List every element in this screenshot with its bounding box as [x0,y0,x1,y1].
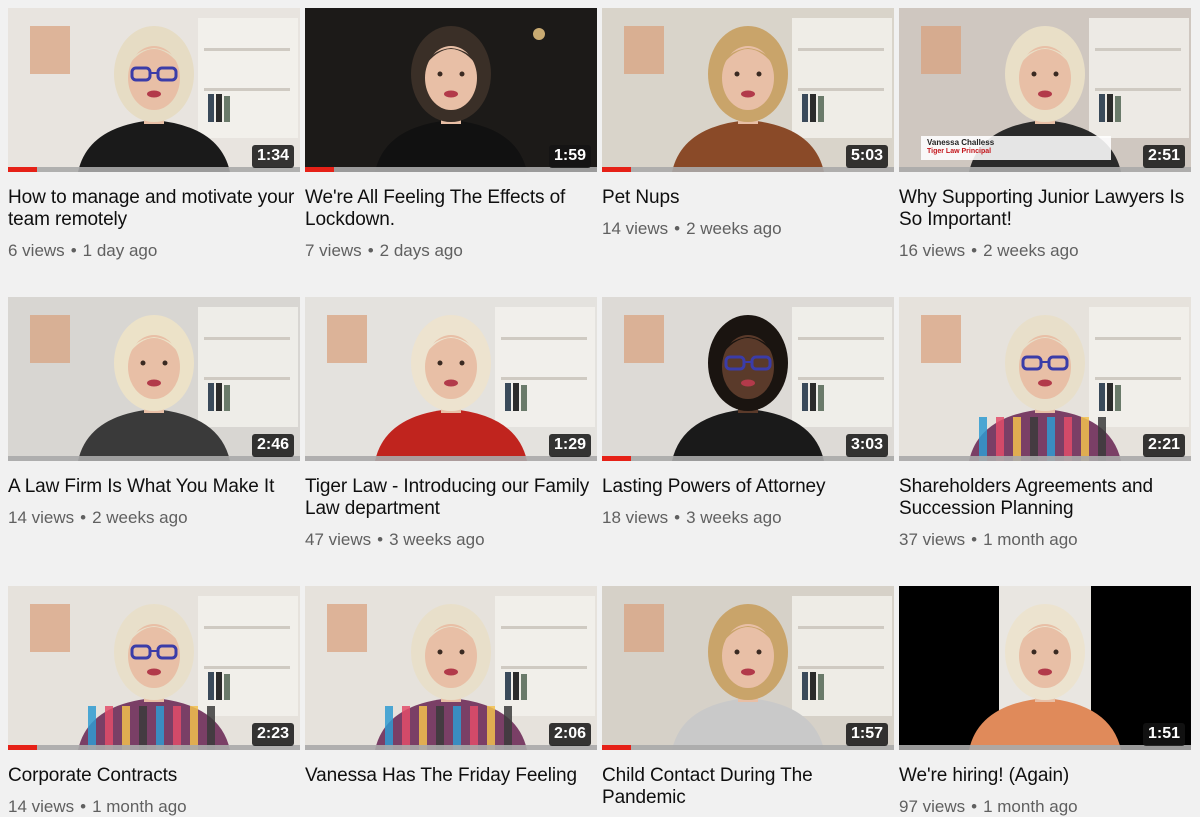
upload-age: 3 weeks ago [389,530,485,549]
duration-badge: 3:03 [845,434,888,457]
view-count: 16 views [899,241,966,260]
separator-dot: • [70,241,77,260]
separator-dot: • [674,508,681,527]
video-metadata: 6 views • 1 day ago [8,241,301,261]
video-card[interactable]: 1:29 Tiger Law - Introducing our Family L… [305,297,598,586]
upload-age: 1 month ago [983,797,1078,816]
separator-dot: • [367,241,374,260]
watch-progress-fill [8,167,38,172]
video-title[interactable]: How to manage and motivate your team rem… [8,187,298,231]
duration-badge: 2:23 [251,723,294,746]
video-card[interactable]: 2:23 Corporate Contracts 14 views • 1 month … [8,586,301,816]
upload-age: 2 days ago [379,241,463,260]
video-thumbnail[interactable]: 1:57 [602,586,894,750]
view-count: 14 views [602,219,669,238]
duration-badge: 1:51 [1142,723,1185,746]
upload-age: 1 day ago [82,241,158,260]
video-title[interactable]: Vanessa Has The Friday Feeling [305,765,595,787]
video-thumbnail[interactable]: 1:29 [305,297,597,461]
video-metadata: 18 views • 3 weeks ago [602,508,895,528]
video-card[interactable]: 3:03 Lasting Powers of Attorney 18 views • 3… [602,297,895,586]
view-count: 14 views [8,508,75,527]
lower-third-role: Tiger Law Principal [927,148,992,155]
view-count: 97 views [899,797,966,816]
watch-progress-fill [305,167,335,172]
video-metadata: 14 views • 1 month ago [8,797,301,817]
video-card[interactable]: 1:59 We're All Feeling The Effects of Loc… [305,8,598,297]
upload-age: 1 month ago [983,530,1078,549]
view-count: 18 views [602,508,669,527]
video-thumbnail[interactable]: 1:59 [305,8,597,172]
name-lower-third: Vanessa Challess Tiger Law Principal [921,136,1111,160]
video-title[interactable]: Pet Nups [602,187,892,209]
video-metadata: 7 views • 2 days ago [305,241,598,261]
video-thumbnail[interactable]: 2:06 [305,586,597,750]
video-metadata: 37 views • 1 month ago [899,530,1192,550]
separator-dot: • [80,797,87,816]
video-title[interactable]: Shareholders Agreements and Succession P… [899,476,1189,520]
separator-dot: • [674,219,681,238]
upload-age: 2 weeks ago [92,508,188,527]
upload-age: 2 weeks ago [686,219,782,238]
video-thumbnail[interactable]: 5:03 [602,8,894,172]
video-metadata: 97 views • 1 month ago [899,797,1192,817]
duration-badge: 1:29 [548,434,591,457]
video-card[interactable]: Vanessa Challess Tiger Law Principal 2:51 W… [899,8,1192,297]
watch-progress-fill [602,167,632,172]
video-thumbnail[interactable]: 2:23 [8,586,300,750]
view-count: 37 views [899,530,966,549]
video-title[interactable]: Lasting Powers of Attorney [602,476,892,498]
view-count: 6 views [8,241,65,260]
video-card[interactable]: 1:57 Child Contact During The Pandemic [602,586,895,816]
view-count: 7 views [305,241,362,260]
video-card[interactable]: 2:06 Vanessa Has The Friday Feeling [305,586,598,816]
duration-badge: 1:59 [548,145,591,168]
upload-age: 1 month ago [92,797,187,816]
separator-dot: • [971,241,978,260]
video-title[interactable]: Why Supporting Junior Lawyers Is So Impo… [899,187,1189,231]
video-title[interactable]: Child Contact During The Pandemic [602,765,892,809]
view-count: 47 views [305,530,372,549]
video-title[interactable]: Corporate Contracts [8,765,298,787]
video-thumbnail[interactable]: 3:03 [602,297,894,461]
separator-dot: • [377,530,384,549]
video-metadata: 47 views • 3 weeks ago [305,530,598,550]
video-card[interactable]: 1:34 How to manage and motivate your team… [8,8,301,297]
video-thumbnail[interactable]: 2:46 [8,297,300,461]
separator-dot: • [971,530,978,549]
video-thumbnail[interactable]: Vanessa Challess Tiger Law Principal 2:51 [899,8,1191,172]
upload-age: 3 weeks ago [686,508,782,527]
video-metadata: 16 views • 2 weeks ago [899,241,1192,261]
video-title[interactable]: We're All Feeling The Effects of Lockdow… [305,187,595,231]
duration-badge: 1:34 [251,145,294,168]
video-metadata: 14 views • 2 weeks ago [602,219,895,239]
video-card[interactable]: 1:51 We're hiring! (Again) 97 views • 1 mont… [899,586,1192,816]
video-thumbnail[interactable]: 2:21 [899,297,1191,461]
separator-dot: • [971,797,978,816]
duration-badge: 5:03 [845,145,888,168]
watch-progress-fill [602,456,632,461]
watch-progress-fill [8,745,38,750]
video-title[interactable]: A Law Firm Is What You Make It [8,476,298,498]
duration-badge: 2:21 [1142,434,1185,457]
upload-age: 2 weeks ago [983,241,1079,260]
video-title[interactable]: Tiger Law - Introducing our Family Law d… [305,476,595,520]
duration-badge: 2:51 [1142,145,1185,168]
lower-third-name: Vanessa Challess [927,138,995,147]
video-metadata: 14 views • 2 weeks ago [8,508,301,528]
video-thumbnail[interactable]: 1:51 [899,586,1191,750]
video-thumbnail[interactable]: 1:34 [8,8,300,172]
video-card[interactable]: 2:46 A Law Firm Is What You Make It 14 vie… [8,297,301,586]
duration-badge: 2:46 [251,434,294,457]
video-title[interactable]: We're hiring! (Again) [899,765,1189,787]
video-grid: 1:34 How to manage and motivate your team… [8,8,1192,816]
watch-progress-fill [602,745,632,750]
duration-badge: 2:06 [548,723,591,746]
view-count: 14 views [8,797,75,816]
duration-badge: 1:57 [845,723,888,746]
video-card[interactable]: 5:03 Pet Nups 14 views • 2 weeks ago [602,8,895,297]
video-card[interactable]: 2:21 Shareholders Agreements and Successi… [899,297,1192,586]
separator-dot: • [80,508,87,527]
